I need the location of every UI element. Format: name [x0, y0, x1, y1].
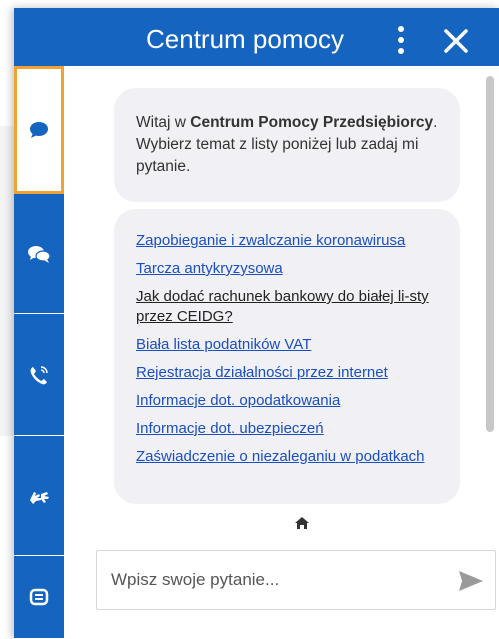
welcome-text-start: Witaj w — [136, 114, 191, 131]
chat-multiple-icon — [27, 244, 51, 264]
chat-area: Witaj w Centrum Pomocy Przedsiębiorcy. W… — [64, 66, 499, 639]
home-icon[interactable] — [294, 516, 310, 530]
tab-chat[interactable] — [14, 66, 64, 194]
topic-link[interactable]: Rejestracja działalności przez internet — [136, 363, 446, 383]
question-input[interactable] — [111, 551, 441, 609]
topic-link[interactable]: Jak dodać rachunek bankowy do białej li-… — [136, 287, 446, 327]
close-icon[interactable] — [439, 22, 473, 60]
document-list-icon — [29, 587, 49, 607]
welcome-text-bold: Centrum Pomocy Przedsiębiorcy — [190, 114, 434, 131]
tab-chat-multiple[interactable] — [14, 194, 64, 314]
welcome-message: Witaj w Centrum Pomocy Przedsiębiorcy. W… — [114, 88, 460, 202]
chat-bubble-icon — [28, 120, 50, 140]
topic-link[interactable]: Zapobieganie i zwalczanie koronawirusa — [136, 231, 446, 251]
sign-language-icon — [27, 486, 51, 506]
tab-documents[interactable] — [14, 556, 64, 639]
topic-link[interactable]: Tarcza antykryzysowa — [136, 259, 446, 279]
panel-title: Centrum pomocy — [146, 24, 344, 54]
question-input-wrapper — [96, 550, 496, 610]
phone-call-icon — [28, 364, 50, 386]
panel-header: Centrum pomocy — [14, 8, 499, 74]
topic-link[interactable]: Informacje dot. opodatkowania — [136, 391, 446, 411]
tab-sign-language[interactable] — [14, 436, 64, 556]
topic-link[interactable]: Informacje dot. ubezpieczeń — [136, 419, 446, 439]
topic-link[interactable]: Biała lista podatników VAT — [136, 335, 446, 355]
channel-sidebar — [14, 66, 64, 639]
topics-message: Zapobieganie i zwalczanie koronawirusa T… — [114, 209, 460, 504]
more-menu-icon[interactable] — [394, 26, 408, 56]
topic-link[interactable]: Zaświadczenie o niezaleganiu w podatkach — [136, 447, 446, 467]
chat-scrollbar[interactable] — [486, 76, 494, 496]
tab-phone[interactable] — [14, 314, 64, 436]
scrollbar-thumb[interactable] — [486, 76, 494, 432]
send-icon[interactable] — [457, 569, 485, 593]
